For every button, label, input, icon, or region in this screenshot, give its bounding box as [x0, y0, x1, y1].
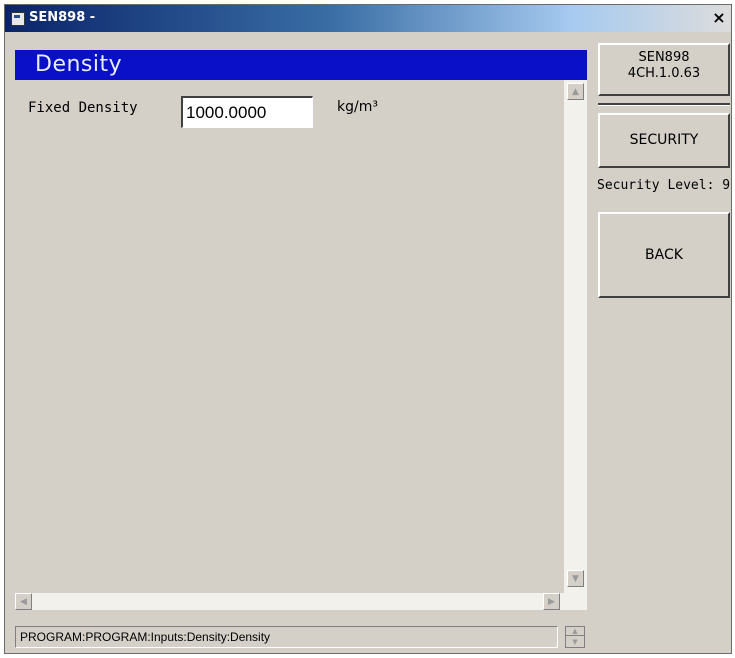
arrow-left-icon[interactable]: ◀ — [15, 593, 32, 610]
app-window: SEN898 - × Density Fixed Density 1000.00… — [4, 4, 732, 654]
arrow-down-icon[interactable]: ▼ — [567, 570, 584, 587]
vertical-scrollbar[interactable]: ▲ ▼ — [564, 80, 587, 610]
status-spinner[interactable]: ▲ ▼ — [565, 626, 585, 648]
firmware-version: 4CH.1.0.63 — [627, 66, 701, 81]
status-path: PROGRAM:PROGRAM:Inputs:Density:Density — [20, 630, 271, 644]
app-window-icon — [11, 12, 25, 26]
fixed-density-label: Fixed Density — [28, 100, 138, 116]
page-header: Density — [15, 50, 587, 80]
title-bar[interactable]: SEN898 - × — [5, 5, 731, 32]
window-title: SEN898 - — [29, 10, 96, 25]
spin-up-icon[interactable]: ▲ — [566, 627, 584, 636]
back-button-label: BACK — [645, 247, 683, 263]
device-name: SEN898 — [638, 50, 690, 65]
arrow-up-icon[interactable]: ▲ — [567, 83, 584, 100]
density-unit-label: kg/m³ — [337, 99, 378, 115]
fixed-density-input[interactable]: 1000.0000 — [181, 96, 313, 128]
horizontal-scrollbar[interactable]: ◀ ▶ — [15, 593, 564, 610]
security-button[interactable]: SECURITY — [598, 113, 730, 168]
close-icon[interactable]: × — [711, 9, 727, 27]
device-info-panel: SEN898 4CH.1.0.63 — [598, 43, 730, 96]
security-button-label: SECURITY — [629, 132, 699, 148]
spin-down-icon[interactable]: ▼ — [566, 638, 584, 647]
security-level-label: Security Level: 9 — [597, 178, 731, 193]
page-title: Density — [35, 52, 123, 77]
arrow-right-icon[interactable]: ▶ — [543, 593, 560, 610]
back-button[interactable]: BACK — [598, 212, 730, 298]
status-bar: PROGRAM:PROGRAM:Inputs:Density:Density — [15, 626, 558, 648]
content-panel: Fixed Density 1000.0000 kg/m³ — [15, 80, 565, 593]
sidebar-divider — [598, 103, 730, 106]
